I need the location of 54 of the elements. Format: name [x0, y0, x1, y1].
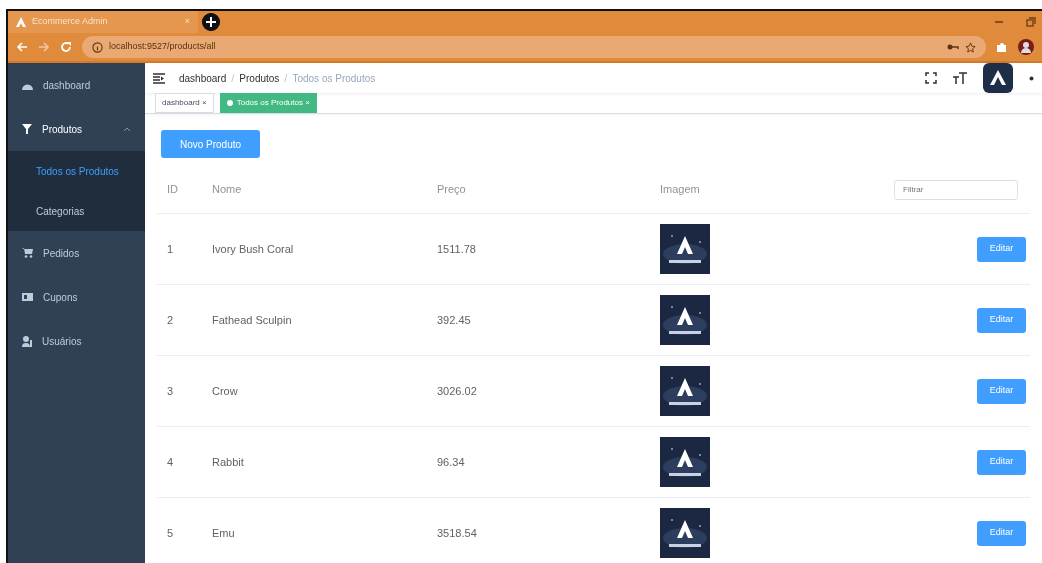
star-icon[interactable]	[965, 41, 976, 53]
table-cell-text: Fathead Sculpin	[212, 312, 293, 328]
table-cell-text: 96.34	[437, 454, 466, 470]
address-bar[interactable]: localhost:9527/products/all	[82, 36, 986, 58]
table-cell-text: 1511.78	[437, 241, 477, 257]
breadcrumb-link[interactable]: dashboard	[179, 70, 227, 86]
table-cell-text: 2	[167, 312, 175, 328]
url-text: localhost:9527/products/all	[109, 40, 217, 54]
column-header: ID	[167, 182, 179, 198]
table-cell-text: 4	[167, 454, 175, 470]
table-cell-text: 392.45	[437, 312, 472, 328]
info-icon	[92, 41, 103, 53]
table-cell-text: 1	[167, 241, 175, 257]
breadcrumb-separator: /	[284, 70, 288, 86]
font-size-icon[interactable]	[953, 72, 967, 84]
submenu-item[interactable]: Categorias	[8, 191, 145, 231]
sidebar-item[interactable]: dashboard	[8, 63, 145, 107]
sidebar-item[interactable]: Pedidos	[8, 231, 145, 275]
product-icon	[22, 124, 32, 134]
table-cell-text: 3518.54	[437, 525, 478, 541]
table-cell-text: Rabbit	[212, 454, 245, 470]
avatar-icon[interactable]	[1018, 39, 1034, 55]
logo-icon	[16, 17, 26, 27]
table-cell-text: Crow	[212, 383, 239, 399]
sidebar-item[interactable]: Produtos	[8, 107, 145, 151]
user-avatar-icon[interactable]	[983, 63, 1013, 93]
table-cell-text: 3026.02	[437, 383, 478, 399]
sidebar-item[interactable]: Cupons	[8, 275, 145, 319]
puzzle-icon[interactable]	[996, 41, 1008, 53]
tab-title: Ecommerce Admin	[32, 15, 109, 29]
fullscreen-icon[interactable]	[925, 72, 937, 84]
sidebar-item[interactable]: Usuários	[8, 319, 145, 363]
restore-icon[interactable]	[1026, 17, 1036, 27]
breadcrumb-separator: /	[231, 70, 235, 86]
back-icon[interactable]	[16, 41, 28, 53]
cart-icon	[22, 248, 33, 258]
breadcrumb-link[interactable]: Produtos	[239, 70, 280, 86]
table-cell-text: Ivory Bush Coral	[212, 241, 295, 257]
reload-icon[interactable]	[60, 41, 72, 53]
table-cell-text: 3	[167, 383, 175, 399]
new-tab-icon[interactable]	[202, 13, 220, 31]
tag[interactable]: dashboard ×	[155, 93, 214, 113]
dropdown-icon[interactable]	[1029, 75, 1034, 81]
filter-field[interactable]: Filtrar	[894, 179, 1018, 200]
table-cell-text: 5	[167, 525, 175, 541]
submenu-item[interactable]: Todos os Produtos	[8, 151, 145, 191]
column-header: Nome	[212, 182, 243, 198]
key-icon[interactable]	[947, 43, 959, 51]
menu-icon[interactable]	[153, 72, 165, 84]
ticket-icon	[22, 293, 33, 301]
users-icon	[22, 335, 32, 347]
column-header: Preço	[437, 182, 467, 198]
table-cell-text: Emu	[212, 525, 236, 541]
column-header: Imagem	[660, 182, 701, 198]
